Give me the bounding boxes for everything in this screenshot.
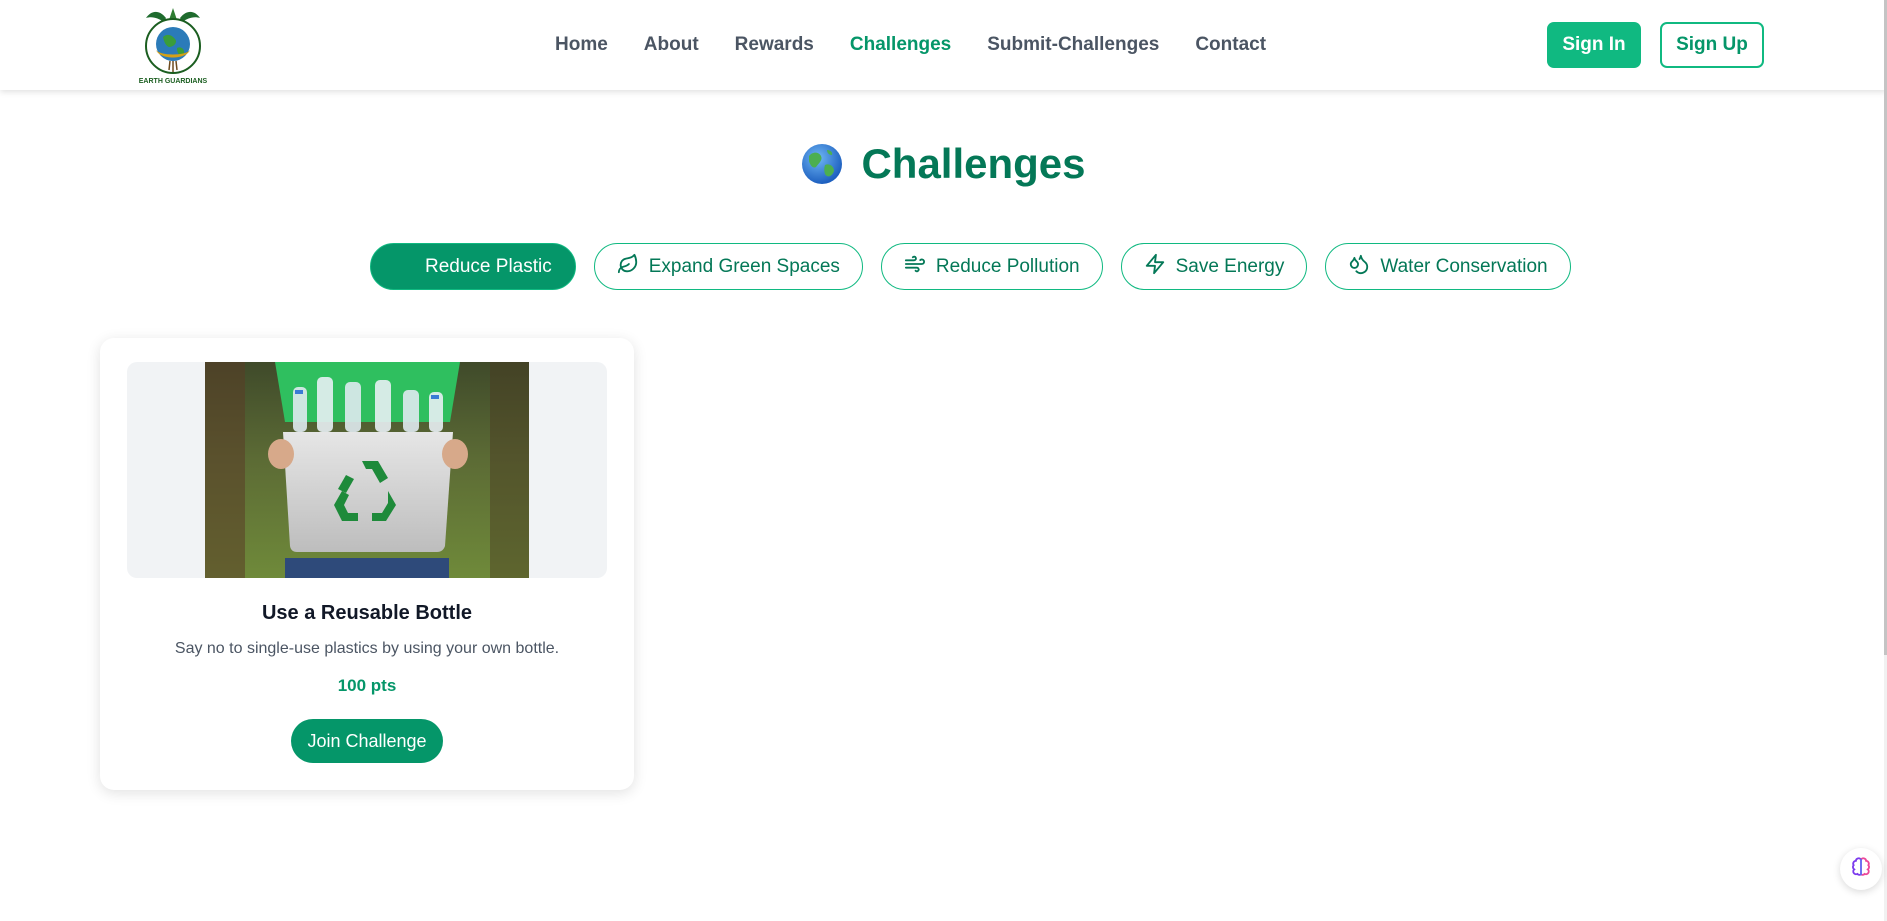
tab-label: Save Energy: [1175, 255, 1285, 277]
sign-in-button[interactable]: Sign In: [1547, 22, 1641, 68]
nav-rewards[interactable]: Rewards: [735, 34, 814, 56]
globe-icon: [801, 143, 843, 185]
svg-text:EARTH GUARDIANS: EARTH GUARDIANS: [139, 78, 208, 85]
nav-home[interactable]: Home: [555, 34, 608, 56]
challenge-title: Use a Reusable Bottle: [261, 602, 473, 624]
tab-reduce-plastic[interactable]: Reduce Plastic: [370, 243, 576, 290]
recycling-bin-photo: [205, 362, 529, 578]
tab-save-energy[interactable]: Save Energy: [1120, 243, 1308, 290]
sign-up-button[interactable]: Sign Up: [1660, 22, 1764, 68]
leaf-icon: [617, 253, 639, 281]
tab-label: Reduce Pollution: [935, 255, 1080, 277]
tab-expand-green-spaces[interactable]: Expand Green Spaces: [593, 243, 863, 290]
nav-contact[interactable]: Contact: [1195, 34, 1266, 56]
page-heading: Challenges: [0, 140, 1887, 188]
nav-submit-challenges[interactable]: Submit-Challenges: [987, 34, 1159, 56]
tab-reduce-pollution[interactable]: Reduce Pollution: [880, 243, 1103, 290]
challenge-card: Use a Reusable Bottle Say no to single-u…: [100, 338, 634, 790]
wind-icon: [904, 253, 926, 281]
category-tabs: Reduce Plastic Expand Green Spaces Reduc…: [370, 243, 1571, 290]
brain-icon: [1850, 856, 1872, 883]
assistant-launcher[interactable]: [1840, 848, 1882, 890]
main-nav: Home About Rewards Challenges Submit-Cha…: [555, 0, 1266, 90]
nav-about[interactable]: About: [644, 34, 699, 56]
nav-challenges[interactable]: Challenges: [850, 34, 951, 56]
droplets-icon: [1348, 253, 1370, 281]
join-challenge-button[interactable]: Join Challenge: [291, 719, 443, 763]
challenge-description: Say no to single-use plastics by using y…: [174, 640, 560, 657]
lightning-icon: [1144, 253, 1166, 281]
tab-water-conservation[interactable]: Water Conservation: [1325, 243, 1571, 290]
earth-guardians-logo[interactable]: EARTH GUARDIANS: [136, 4, 210, 86]
page-title: Challenges: [861, 140, 1086, 187]
challenge-image-frame: [127, 362, 607, 578]
site-header: EARTH GUARDIANS Home About Rewards Chall…: [0, 0, 1887, 90]
tab-label: Expand Green Spaces: [648, 255, 840, 277]
tab-label: Reduce Plastic: [425, 255, 552, 277]
challenge-points: 100 pts: [337, 676, 397, 695]
tab-label: Water Conservation: [1380, 255, 1548, 277]
